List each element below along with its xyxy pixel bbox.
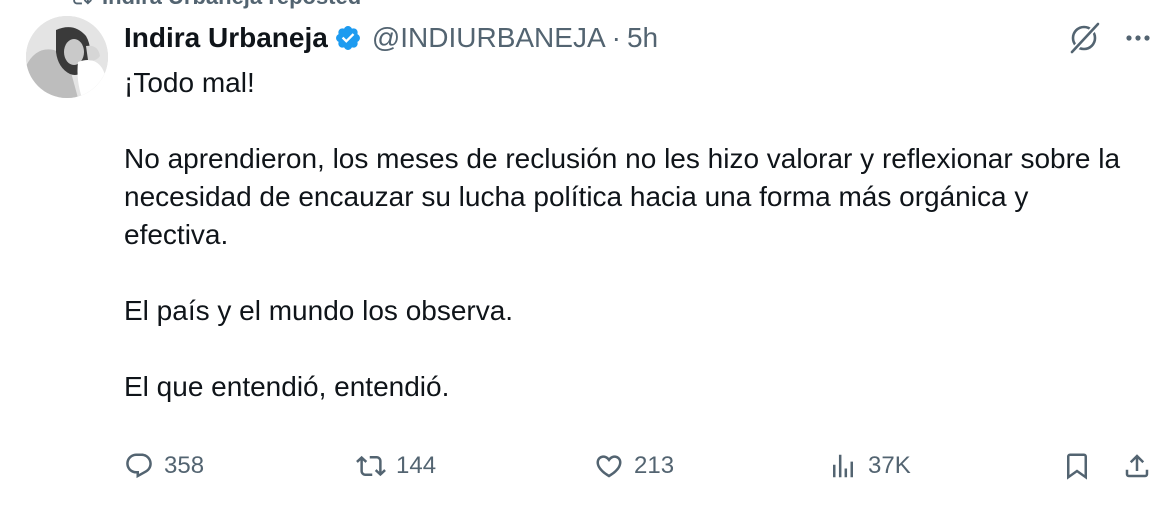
tweet-paragraph: El país y el mundo los observa. [124,295,514,326]
share-button[interactable] [1122,446,1152,486]
tweet-header: Indira Urbaneja @INDIURBANEJA · 5h [124,16,658,60]
reply-button[interactable]: 358 [124,446,204,486]
like-count: 213 [634,452,675,479]
more-icon[interactable] [1120,20,1156,56]
views-button[interactable]: 37K [828,446,911,486]
repost-indicator[interactable]: Indira Urbaneja reposted [70,0,361,10]
reply-icon [126,453,152,479]
author-handle[interactable]: @INDIURBANEJA [372,22,606,54]
retweet-button[interactable]: 144 [356,446,436,486]
author-name[interactable]: Indira Urbaneja [124,22,328,54]
avatar[interactable] [26,16,108,98]
like-icon [596,455,622,478]
retweet-icon [356,455,386,477]
tweet-time[interactable]: 5h [627,22,658,54]
bookmark-button[interactable] [1062,446,1092,486]
views-icon [833,454,853,478]
repost-small-icon [73,0,92,5]
repost-label: Indira Urbaneja reposted [102,0,361,10]
tweet-paragraph: ¡Todo mal! [124,67,255,98]
verified-badge-icon[interactable] [334,24,362,52]
bookmark-icon [1067,453,1087,480]
views-count: 37K [868,452,911,479]
avatar-photo [26,16,108,98]
like-button[interactable]: 213 [594,446,674,486]
retweet-count: 144 [396,452,437,479]
grok-icon[interactable] [1066,20,1102,56]
tweet-paragraph: No aprendieron, los meses de reclusión n… [124,143,1121,250]
tweet-text: ¡Todo mal! No aprendieron, los meses de … [124,64,1124,406]
reply-count: 358 [164,452,205,479]
share-icon [1125,454,1149,478]
tweet-card[interactable]: Indira Urbaneja reposted Indira Urbaneja… [0,0,1174,510]
separator-dot: · [611,22,621,53]
tweet-actions: 358 144 213 37K [124,446,1164,486]
tweet-paragraph: El que entendió, entendió. [124,371,450,402]
